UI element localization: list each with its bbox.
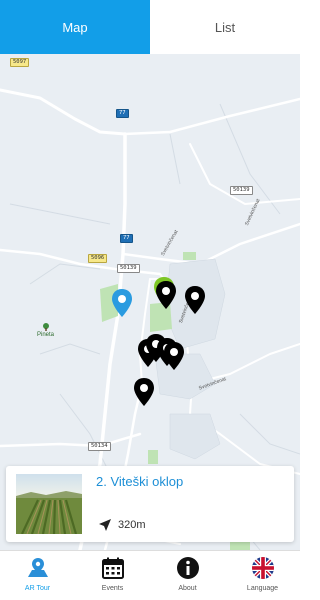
road-shield: 50139 xyxy=(117,264,140,273)
bottom-nav: AR Tour Events About Language xyxy=(0,550,300,600)
calendar-icon xyxy=(101,557,124,579)
nav-events[interactable]: Events xyxy=(75,551,150,600)
map-pin[interactable] xyxy=(155,280,177,310)
uk-flag-icon xyxy=(251,557,274,579)
map-marker-icon xyxy=(27,558,48,577)
map-pin[interactable] xyxy=(163,341,185,371)
road-shield: 77 xyxy=(120,234,133,243)
road-shield: 5096 xyxy=(88,254,108,263)
road-shield: 77 xyxy=(116,109,129,118)
nav-ar-tour[interactable]: AR Tour xyxy=(0,551,75,600)
tree-icon xyxy=(43,323,49,331)
tab-bar: Map List xyxy=(0,0,300,54)
poi-label-pineta: Pineta xyxy=(37,332,55,338)
poi-thumbnail xyxy=(16,474,82,534)
map-pin-current[interactable] xyxy=(111,288,133,318)
nav-label: About xyxy=(178,585,197,592)
navigation-arrow-icon xyxy=(99,519,111,531)
info-icon xyxy=(176,557,199,579)
nav-label: AR Tour xyxy=(24,585,51,592)
road-shield: 5097 xyxy=(10,58,30,67)
road-shield: 50139 xyxy=(230,186,253,195)
nav-about[interactable]: About xyxy=(150,551,225,600)
tab-map[interactable]: Map xyxy=(0,0,150,54)
poi-distance: 320m xyxy=(118,519,146,531)
nav-label: Events xyxy=(101,585,124,592)
nav-label: Language xyxy=(246,585,279,592)
poi-info-card[interactable]: 2. Viteški oklop 320m xyxy=(6,466,294,542)
nav-language[interactable]: Language xyxy=(225,551,300,600)
map-pin[interactable] xyxy=(133,377,155,407)
road-shield: 50134 xyxy=(88,442,111,451)
poi-title[interactable]: 2. Viteški oklop xyxy=(96,474,183,489)
tab-list[interactable]: List xyxy=(150,0,300,54)
map-pin[interactable] xyxy=(184,285,206,315)
